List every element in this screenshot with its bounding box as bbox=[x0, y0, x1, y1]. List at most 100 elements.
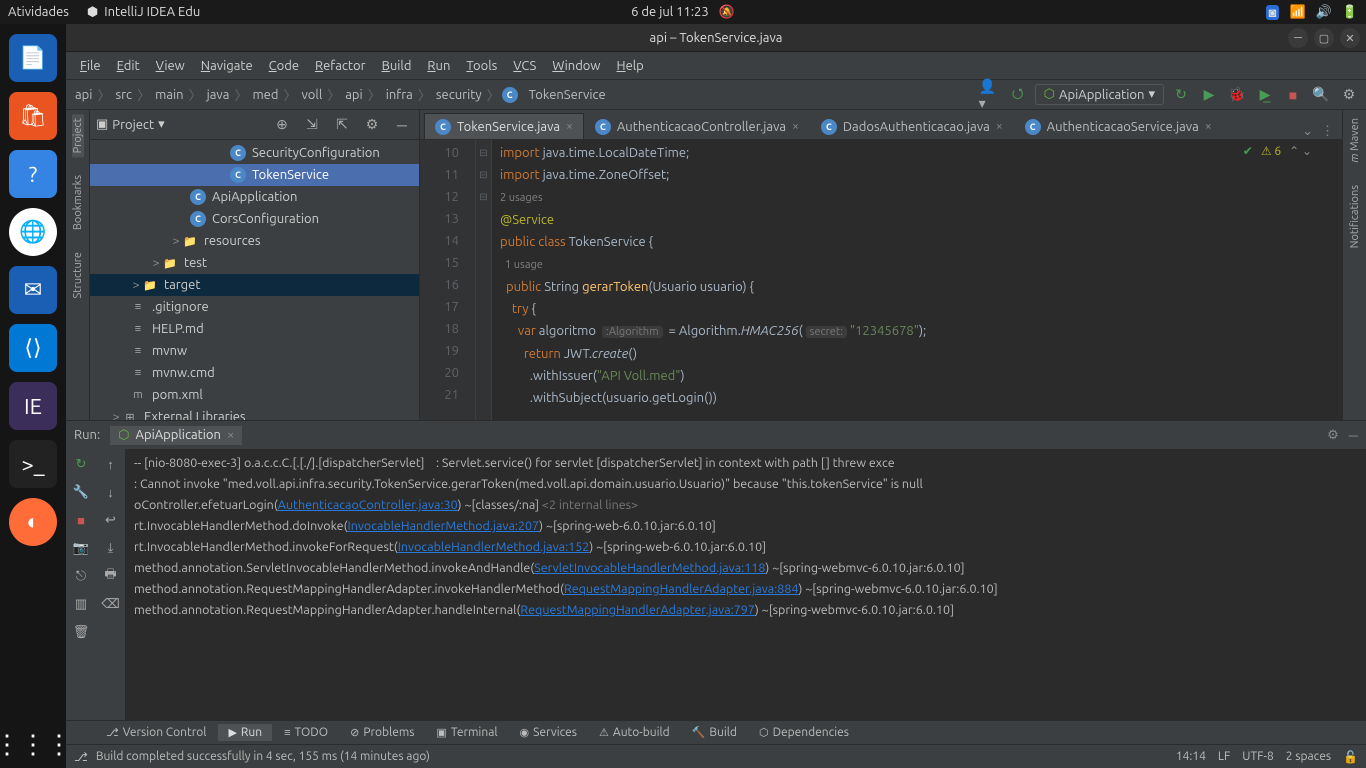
scroll-down-icon[interactable]: ↓ bbox=[102, 483, 120, 501]
crumb-voll[interactable]: voll bbox=[298, 87, 325, 103]
tab-authenticacaoservice-java[interactable]: CAuthenticacaoService.java× bbox=[1014, 113, 1223, 139]
delete-icon[interactable]: 🗑 bbox=[72, 623, 90, 641]
tab-close-icon[interactable]: × bbox=[566, 120, 573, 133]
print-icon[interactable]: 🖶 bbox=[102, 567, 120, 585]
dock-vscode-icon[interactable]: ⟨⟩ bbox=[9, 324, 57, 372]
line-ending[interactable]: LF bbox=[1218, 750, 1230, 763]
expand-arrow-icon[interactable]: > bbox=[150, 256, 162, 270]
run-config-selector[interactable]: ⬡ ApiApplication ▾ bbox=[1035, 84, 1164, 105]
tab-close-icon[interactable]: × bbox=[1205, 120, 1212, 133]
settings-gear-icon[interactable]: ⚙ bbox=[1338, 84, 1360, 106]
tree-item-target[interactable]: >📁target bbox=[90, 274, 419, 296]
user-icon[interactable]: 👤▾ bbox=[979, 84, 1001, 106]
expand-arrow-icon[interactable]: > bbox=[130, 278, 142, 292]
tree-item-mvnw-cmd[interactable]: ≡mvnw.cmd bbox=[90, 362, 419, 384]
collapse-all-icon[interactable]: ⇱ bbox=[331, 114, 353, 136]
code-content[interactable]: import java.time.LocalDateTime;import ja… bbox=[492, 140, 1342, 420]
menu-vcs[interactable]: VCS bbox=[507, 57, 542, 75]
menu-help[interactable]: Help bbox=[611, 57, 650, 75]
crumb-TokenService[interactable]: TokenService bbox=[526, 87, 609, 103]
tool-tab-auto-build[interactable]: ⚠Auto-build bbox=[589, 724, 680, 741]
tool-tab-terminal[interactable]: ▣Terminal bbox=[426, 724, 507, 741]
status-branch-icon[interactable]: ⎇ bbox=[74, 750, 88, 764]
tree-item-help-md[interactable]: ≡HELP.md bbox=[90, 318, 419, 340]
tool-tab-todo[interactable]: ≡TODO bbox=[274, 724, 338, 741]
inspection-check-icon[interactable]: ✔ bbox=[1243, 144, 1253, 158]
stop-icon[interactable]: ■ bbox=[72, 511, 90, 529]
maven-tool-button[interactable]: m Maven bbox=[1349, 114, 1361, 167]
layout-icon[interactable]: ▥ bbox=[72, 595, 90, 613]
close-button[interactable]: ✕ bbox=[1340, 28, 1360, 48]
crumb-api[interactable]: api bbox=[72, 87, 95, 103]
project-view-selector[interactable]: ▣ Project ▾ bbox=[96, 117, 165, 132]
expand-arrow-icon[interactable]: > bbox=[170, 234, 182, 248]
inspection-more-icon[interactable]: ⌃ ⌄ bbox=[1289, 144, 1312, 158]
menu-run[interactable]: Run bbox=[421, 57, 456, 75]
coverage-icon[interactable]: ▶̲ bbox=[1254, 84, 1276, 106]
menu-build[interactable]: Build bbox=[376, 57, 418, 75]
dock-chrome-icon[interactable]: 🌐 bbox=[9, 208, 57, 256]
caret-position[interactable]: 14:14 bbox=[1176, 750, 1206, 763]
tool-tab-version-control[interactable]: ⎇Version Control bbox=[96, 724, 216, 741]
stacktrace-link[interactable]: AuthenticacaoController.java:30 bbox=[278, 498, 458, 512]
stacktrace-link[interactable]: InvocableHandlerMethod.java:152 bbox=[398, 540, 590, 554]
tree-item-corsconfiguration[interactable]: CCorsConfiguration bbox=[90, 208, 419, 230]
menu-file[interactable]: File bbox=[74, 57, 107, 75]
crumb-security[interactable]: security bbox=[433, 87, 485, 103]
crumb-main[interactable]: main bbox=[152, 87, 186, 103]
menu-window[interactable]: Window bbox=[546, 57, 606, 75]
tab-close-icon[interactable]: × bbox=[996, 120, 1003, 133]
expand-all-icon[interactable]: ⇲ bbox=[301, 114, 323, 136]
run-tab-close-icon[interactable]: × bbox=[227, 428, 234, 442]
tree-item-apiapplication[interactable]: CApiApplication bbox=[90, 186, 419, 208]
warnings-count[interactable]: ⚠ 6 bbox=[1261, 144, 1281, 158]
volume-icon[interactable]: 🔊 bbox=[1316, 5, 1332, 20]
indent-setting[interactable]: 2 spaces bbox=[1286, 750, 1331, 763]
exit-icon[interactable]: ⎋ bbox=[72, 567, 90, 585]
maximize-button[interactable]: ▢ bbox=[1314, 28, 1334, 48]
code-editor[interactable]: 101112131415161718192021 ⊟ ⊟⊟ import jav… bbox=[420, 140, 1342, 420]
notifications-tool-button[interactable]: Notifications bbox=[1349, 181, 1361, 252]
dump-threads-icon[interactable]: 📷 bbox=[72, 539, 90, 557]
run-tab[interactable]: ⬡ ApiApplication × bbox=[110, 426, 242, 445]
notifications-bell-icon[interactable]: 🔕 bbox=[719, 5, 735, 20]
crumb-med[interactable]: med bbox=[249, 87, 281, 103]
structure-tool-button[interactable]: Structure bbox=[72, 248, 84, 303]
current-app[interactable]: ⬢ IntelliJ IDEA Edu bbox=[87, 5, 200, 20]
tree-item-test[interactable]: >📁test bbox=[90, 252, 419, 274]
crumb-infra[interactable]: infra bbox=[383, 87, 416, 103]
tool-tab-services[interactable]: ◉Services bbox=[510, 724, 587, 741]
soft-wrap-icon[interactable]: ↩ bbox=[102, 511, 120, 529]
vcs-update-icon[interactable]: ⭯ bbox=[1007, 84, 1029, 106]
fold-gutter[interactable]: ⊟ ⊟⊟ bbox=[476, 140, 492, 420]
select-opened-file-icon[interactable]: ⊕ bbox=[271, 114, 293, 136]
run-config-icon[interactable]: 🔧 bbox=[72, 483, 90, 501]
run-console[interactable]: -- [nio-8080-exec-3] o.a.c.c.C.[.[./].[d… bbox=[126, 449, 1366, 720]
menu-code[interactable]: Code bbox=[263, 57, 305, 75]
crumb-java[interactable]: java bbox=[204, 87, 233, 103]
run-settings-icon[interactable]: ⚙ bbox=[1327, 428, 1339, 443]
tree-item-pom-xml[interactable]: mpom.xml bbox=[90, 384, 419, 406]
rerun-icon[interactable]: ↻ bbox=[72, 455, 90, 473]
scroll-to-end-icon[interactable]: ⤓ bbox=[102, 539, 120, 557]
tree-item-resources[interactable]: >📁resources bbox=[90, 230, 419, 252]
tab-close-icon[interactable]: × bbox=[792, 120, 799, 133]
tool-tab-problems[interactable]: ⊘Problems bbox=[340, 724, 424, 741]
tree-item-external-libraries[interactable]: >⊞External Libraries bbox=[90, 406, 419, 420]
stacktrace-link[interactable]: ServletInvocableHandlerMethod.java:118 bbox=[534, 561, 765, 575]
crumb-api[interactable]: api bbox=[342, 87, 365, 103]
tab-dadosauthenticacao-java[interactable]: CDadosAuthenticacao.java× bbox=[810, 113, 1014, 139]
minimize-button[interactable]: ─ bbox=[1288, 28, 1308, 48]
dock-help-icon[interactable]: ? bbox=[9, 150, 57, 198]
activities-label[interactable]: Atividades bbox=[8, 5, 69, 19]
battery-icon[interactable]: 🔋 bbox=[1342, 5, 1358, 20]
tree-item-securityconfiguration[interactable]: CSecurityConfiguration bbox=[90, 142, 419, 164]
dock-software-icon[interactable]: 🛍 bbox=[9, 92, 57, 140]
panel-settings-icon[interactable]: ⚙ bbox=[361, 114, 383, 136]
tree-item-mvnw[interactable]: ≡mvnw bbox=[90, 340, 419, 362]
clear-all-icon[interactable]: ⌫ bbox=[102, 595, 120, 613]
tab-list-icon[interactable]: ⌄ bbox=[1302, 124, 1313, 139]
dock-terminal-icon[interactable]: >_ bbox=[9, 440, 57, 488]
system-date[interactable]: 6 de jul 11:23 bbox=[631, 5, 709, 19]
menu-view[interactable]: View bbox=[150, 57, 191, 75]
